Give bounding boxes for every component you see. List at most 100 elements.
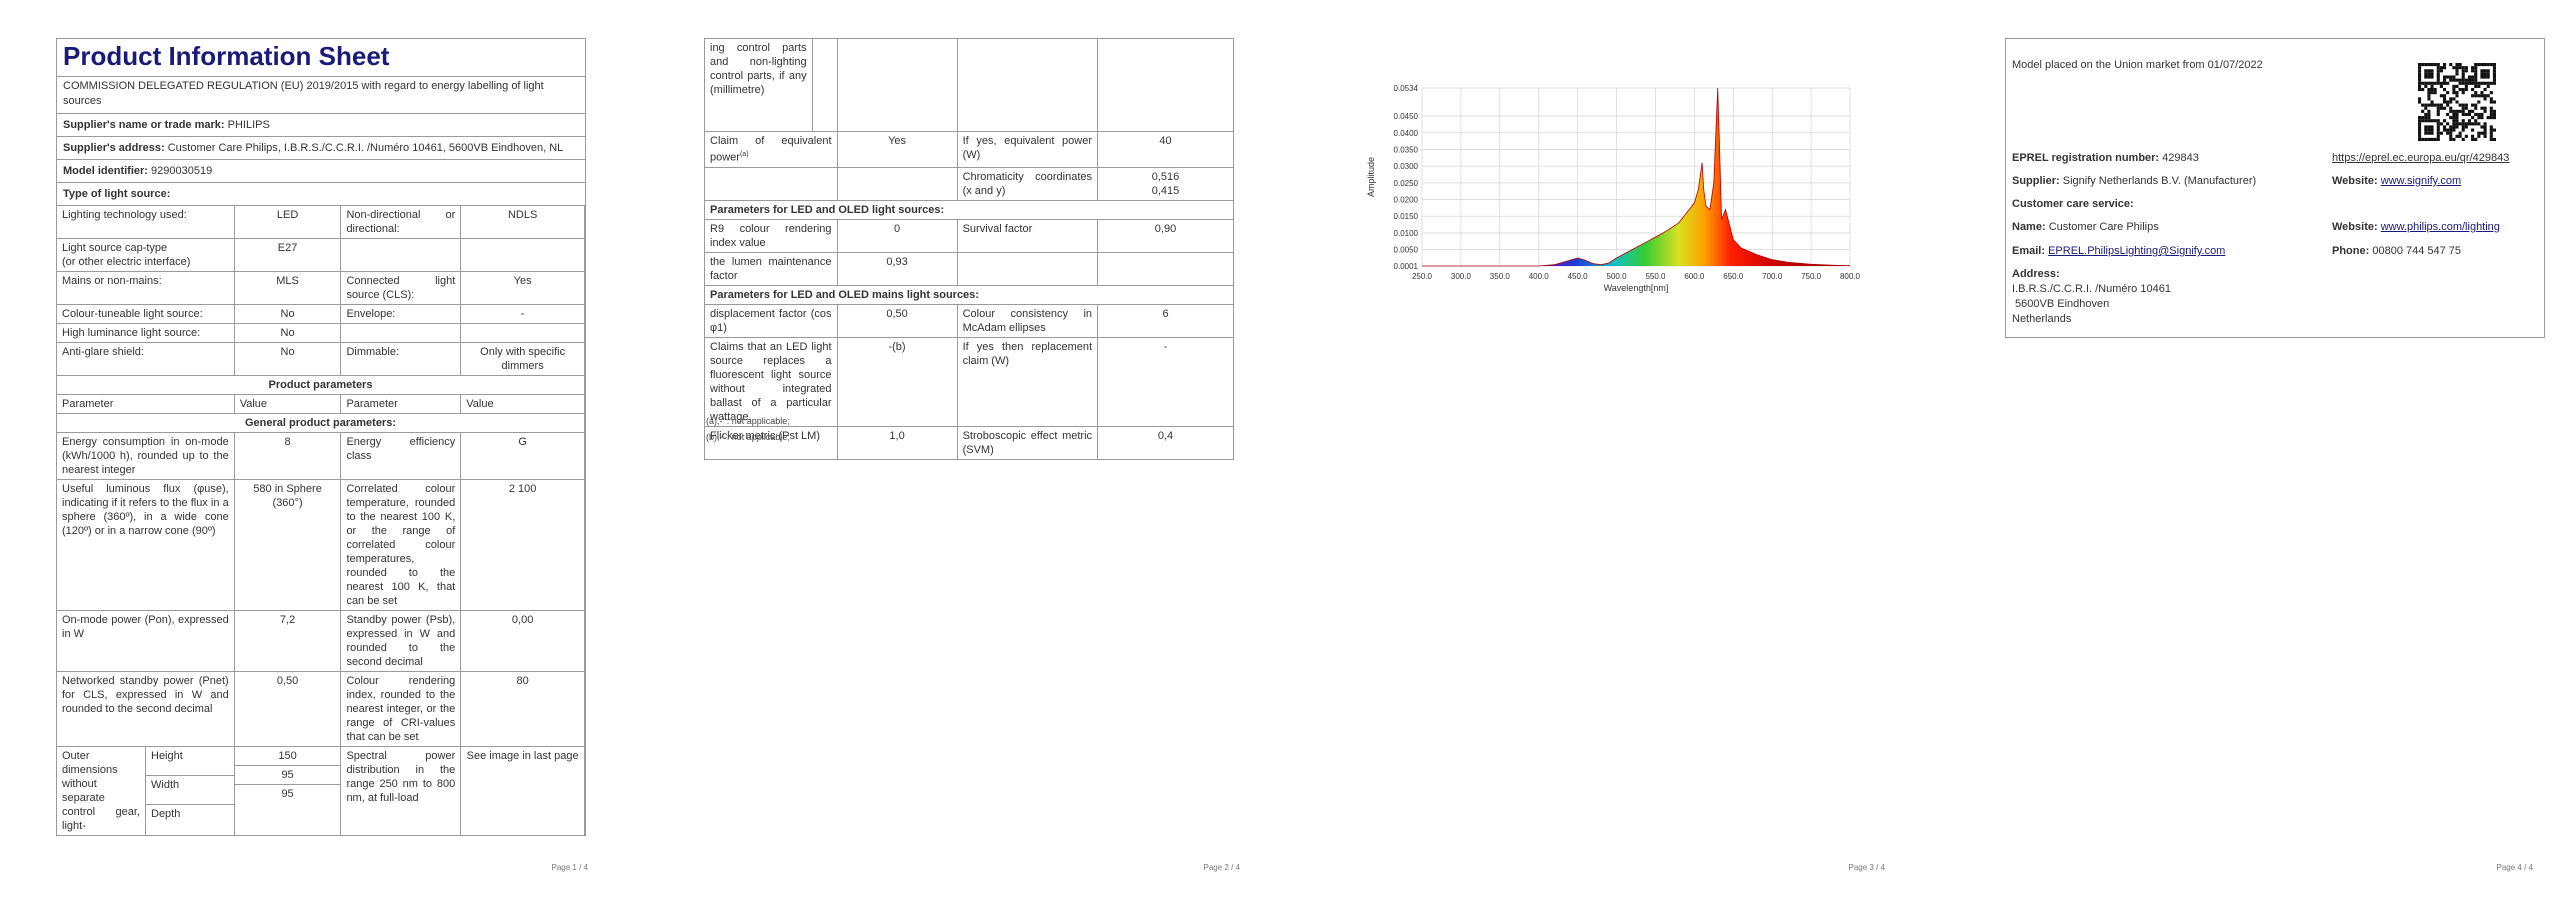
param-row: R9 colour rendering index value 0 Survival…: [704, 218, 1234, 253]
x-tick-label: 800.0: [1840, 272, 1861, 281]
name-label: Name:: [2012, 221, 2046, 233]
type-value-2: NDLS: [460, 205, 585, 239]
phone-row: Phone: 00800 744 547 75: [2332, 245, 2461, 257]
general-value-2: 2 100: [460, 479, 585, 611]
page-2: ing control parts and non-lighting contr…: [704, 0, 1244, 905]
footnotes: (a),-' : not applicable; (b),-' : not ap…: [706, 410, 790, 444]
type-param: Light source cap-type (or other electric…: [56, 238, 235, 272]
qr-code-icon: [2418, 63, 2496, 141]
type-value: MLS: [233, 271, 342, 305]
col-header-value-1: Value: [233, 394, 342, 414]
x-axis-label: Wavelength[nm]: [1604, 283, 1669, 293]
dim-depth-label: Depth: [151, 808, 181, 820]
param-value-2: [1097, 251, 1234, 286]
supplier-label: Supplier's name or trade mark:: [63, 119, 225, 131]
address-line-3: Netherlands: [2012, 313, 2072, 325]
type-param: Anti-glare shield:: [56, 342, 235, 376]
product-params-heading-row: Product parameters: [56, 375, 585, 395]
param-value: 0: [836, 218, 958, 253]
general-param: Networked standby power (Pnet) for CLS, …: [56, 671, 235, 747]
email-link[interactable]: EPREL.PhilipsLighting@Signify.com: [2048, 245, 2225, 257]
page-number: Page 2 / 4: [1203, 863, 1240, 872]
type-row: Anti-glare shield: No Dimmable: Only with s…: [56, 342, 585, 376]
y-tick-label: 0.0300: [1394, 162, 1419, 171]
general-value: 7,2: [233, 610, 342, 672]
general-heading: General product parameters:: [56, 413, 585, 433]
general-value-2: G: [460, 432, 585, 480]
page-3: 0.0001 0.0050 0.0100 0.0150 0.0200 0.0250 0.03…: [1357, 0, 1897, 905]
type-value: No: [233, 323, 342, 343]
param-row: Claim of equivalent power(a) Yes If yes, e…: [704, 131, 1234, 168]
y-tick-label: 0.0050: [1394, 246, 1419, 255]
param-label: displacement factor (cos φ1): [704, 303, 838, 338]
product-params-heading: Product parameters: [56, 375, 585, 395]
param-value: 0,93: [836, 251, 958, 286]
param-value: 0,50: [836, 303, 958, 338]
supplier-value: PHILIPS: [227, 119, 270, 131]
column-header-row: Parameter Value Parameter Value: [56, 394, 585, 414]
dims-cell: Outer dimensions without separate contro…: [56, 746, 235, 836]
x-tick-label: 250.0: [1412, 272, 1433, 281]
param-row: Chromaticity coordinates (x and y) 0,516 …: [704, 166, 1234, 201]
continuation-blank: [811, 38, 838, 132]
eprel-label: EPREL registration number:: [2012, 152, 2160, 164]
type-value: E27: [233, 238, 342, 272]
y-tick-label: 0.0001: [1394, 262, 1419, 271]
website-row: Website: www.signify.com: [2332, 175, 2461, 187]
param-value-2: 40: [1097, 131, 1234, 168]
x-tick-label: 500.0: [1607, 272, 1628, 281]
address-row: Supplier's address: Customer Care Philip…: [57, 136, 585, 159]
type-row: Colour-tuneable light source: No Envelope:…: [56, 304, 585, 324]
x-tick-label: 450.0: [1568, 272, 1589, 281]
x-tick-label: 750.0: [1801, 272, 1822, 281]
param-value: -(b): [836, 336, 958, 427]
address-line-1: I.B.R.S./C.C.R.I. /Numéro 10461: [2012, 283, 2171, 295]
name-row: Name: Customer Care Philips: [2012, 221, 2159, 233]
name-value: Customer Care Philips: [2048, 221, 2159, 233]
dim-width-label: Width: [145, 775, 234, 806]
page-1: Product Information Sheet COMMISSION DEL…: [56, 0, 596, 905]
x-tick-label: 650.0: [1723, 272, 1744, 281]
type-value: LED: [233, 205, 342, 239]
param-row: displacement factor (cos φ1) 0,50 Colour c…: [704, 303, 1234, 338]
general-param: On-mode power (Pon), expressed in W: [56, 610, 235, 672]
param-label-2: If yes then replacement claim (W): [956, 336, 1099, 427]
param-value: Yes: [836, 131, 958, 168]
y-axis-label: Amplitude: [1366, 157, 1376, 197]
general-value: 8: [233, 432, 342, 480]
param-value: 1,0: [836, 425, 958, 460]
dim-width-value: 95: [234, 766, 341, 785]
address-label: Address:: [2012, 268, 2060, 280]
y-tick-label: 0.0450: [1394, 112, 1419, 121]
eprel-link[interactable]: https://eprel.ec.europa.eu/qr/429843: [2332, 152, 2509, 164]
page-number: Page 1 / 4: [551, 863, 588, 872]
param-value-2: 0,4: [1097, 425, 1234, 460]
general-heading-row: General product parameters:: [56, 413, 585, 433]
website2-link[interactable]: www.philips.com/lighting: [2381, 221, 2500, 233]
eprel-value: 429843: [2162, 152, 2199, 164]
general-param: Useful luminous flux (φuse), indicating …: [56, 479, 235, 611]
footnote-a: (a),-' : not applicable;: [706, 416, 790, 426]
col-header-param-1: Parameter: [56, 394, 235, 414]
param-label-2: Colour consistency in McAdam ellipses: [956, 303, 1099, 338]
type-param: Lighting technology used:: [56, 205, 235, 239]
general-param: Energy consumption in on-mode (kWh/1000 …: [56, 432, 235, 480]
param-label-2: Stroboscopic effect metric (SVM): [956, 425, 1099, 460]
x-tick-label: 600.0: [1684, 272, 1705, 281]
type-row: Lighting technology used: LED Non-directio…: [56, 205, 585, 239]
param-value-2: 0,516 0,415: [1097, 166, 1234, 201]
continuation-value: [836, 38, 958, 132]
type-param-2: Dimmable:: [340, 342, 462, 376]
continuation-text: ing control parts and non-lighting contr…: [704, 38, 813, 132]
dim-depth-value: 95: [281, 788, 294, 800]
type-row: High luminance light source: No: [56, 323, 585, 343]
website-label: Website:: [2332, 175, 2378, 187]
y-tick-label: 0.0100: [1394, 229, 1419, 238]
type-value: No: [233, 304, 342, 324]
general-param-2: Standby power (Psb), expressed in W and …: [340, 610, 462, 672]
address-line-2: 5600VB Eindhoven: [2012, 298, 2110, 310]
market-date-text: Model placed on the Union market from 01…: [2012, 59, 2263, 71]
param-label: the lumen maintenance factor: [704, 251, 838, 286]
param-value-2: -: [1097, 336, 1234, 427]
website-link[interactable]: www.signify.com: [2381, 175, 2461, 187]
